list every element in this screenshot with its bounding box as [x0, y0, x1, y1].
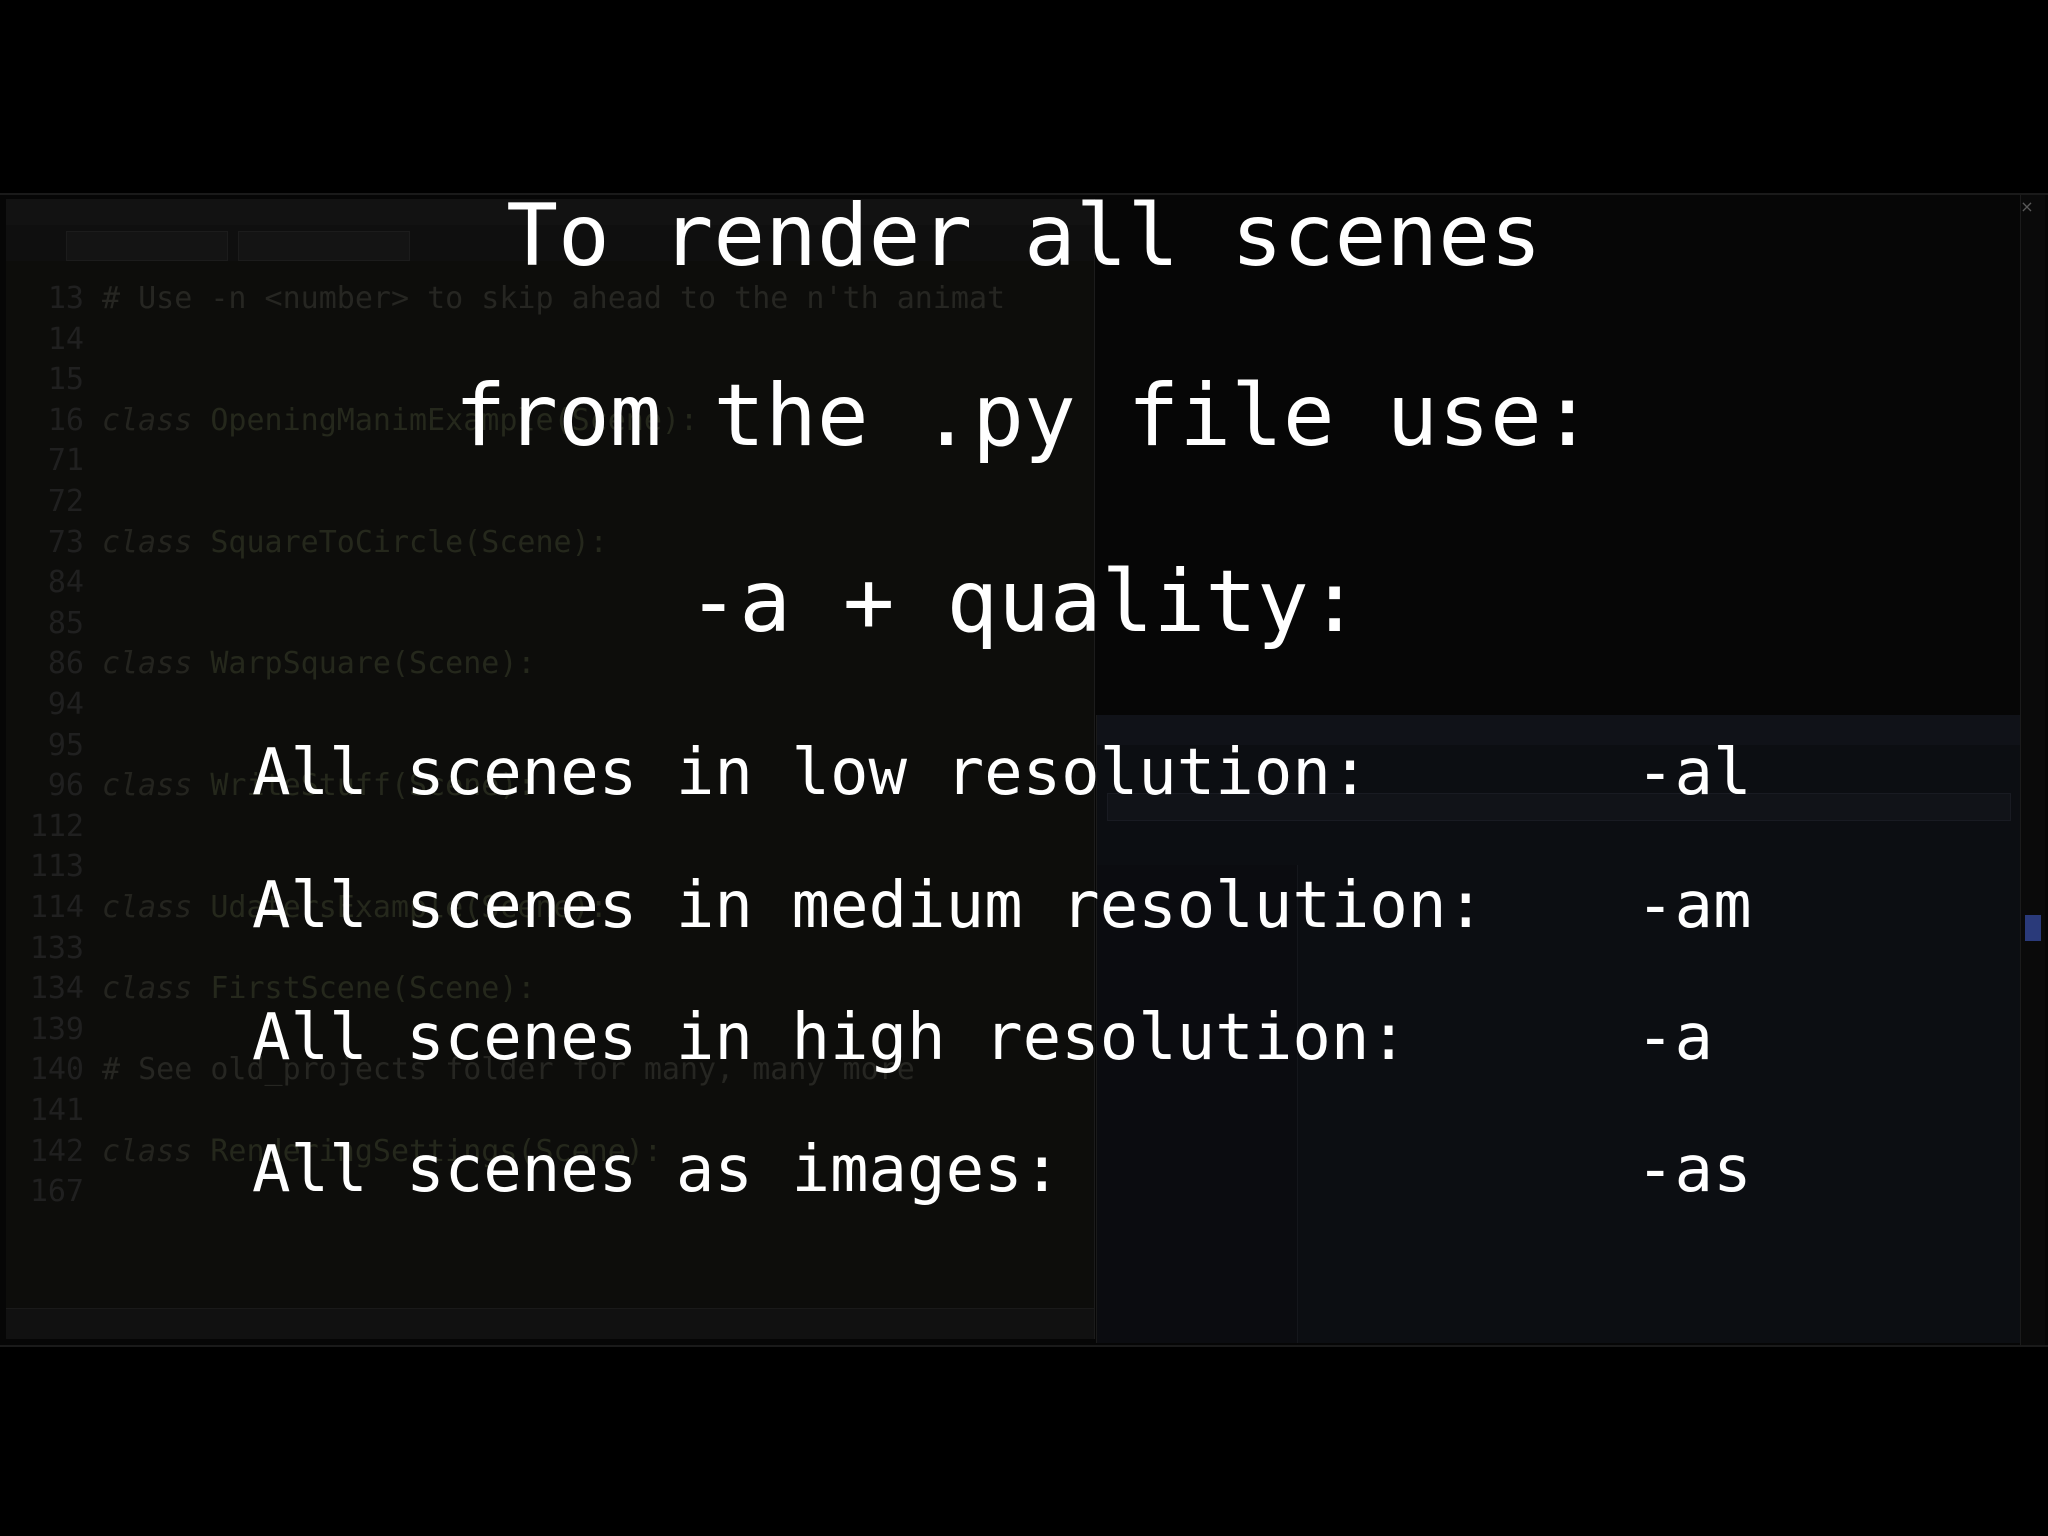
heading-line-1: To render all scenes [506, 186, 1542, 286]
line-number: 112 [29, 808, 84, 844]
line-number: 114 [29, 890, 84, 925]
line-number: 167 [29, 1174, 84, 1210]
code-line: 139 [6, 1010, 102, 1050]
code-text: # Use -n <number> to skip ahead to the n… [102, 281, 1006, 316]
option-flag-medium: -am [1636, 869, 1752, 943]
scrollbar-thumb[interactable] [2025, 915, 2041, 941]
line-number: 95 [47, 727, 84, 763]
code-keyword: class [102, 768, 193, 804]
code-line: 167 [6, 1172, 102, 1212]
code-line: 72 [6, 482, 102, 522]
line-number: 133 [29, 930, 84, 966]
line-number: 140 [29, 1052, 84, 1088]
code-keyword: class [102, 971, 193, 1007]
line-number: 113 [29, 849, 84, 885]
line-number: 141 [29, 1093, 84, 1128]
code-line: 141 [6, 1091, 102, 1131]
code-line: 95 [6, 726, 102, 766]
line-number: 139 [29, 1011, 84, 1047]
code-line: 112 [6, 807, 102, 847]
heading-line-3: -a + quality: [687, 552, 1361, 652]
code-line: 14 [6, 320, 102, 360]
option-label-medium: All scenes in medium resolution: [252, 869, 1485, 943]
line-number: 94 [47, 687, 84, 722]
line-number: 142 [29, 1133, 84, 1169]
line-number: 14 [47, 321, 84, 357]
code-line: 113 [6, 847, 102, 887]
option-flag-low: -al [1636, 736, 1752, 810]
video-frame: 13 # Use -n <number> to skip ahead to the… [0, 0, 2048, 1536]
code-keyword: class [102, 1133, 193, 1169]
heading-line-2: from the .py file use: [454, 366, 1594, 466]
editor-status-bar [6, 1308, 1094, 1339]
line-number: 96 [47, 768, 84, 804]
option-flag-high: -a [1636, 1001, 1714, 1075]
code-line: 94 [6, 685, 102, 725]
option-flag-images: -as [1636, 1133, 1752, 1207]
option-label-images: All scenes as images: [252, 1133, 1062, 1207]
code-keyword: class [102, 890, 193, 925]
code-line: 133 [6, 929, 102, 969]
line-number: 72 [47, 484, 84, 519]
option-label-low: All scenes in low resolution: [252, 736, 1370, 810]
line-number: 134 [29, 971, 84, 1007]
option-label-high: All scenes in high resolution: [252, 1001, 1408, 1075]
